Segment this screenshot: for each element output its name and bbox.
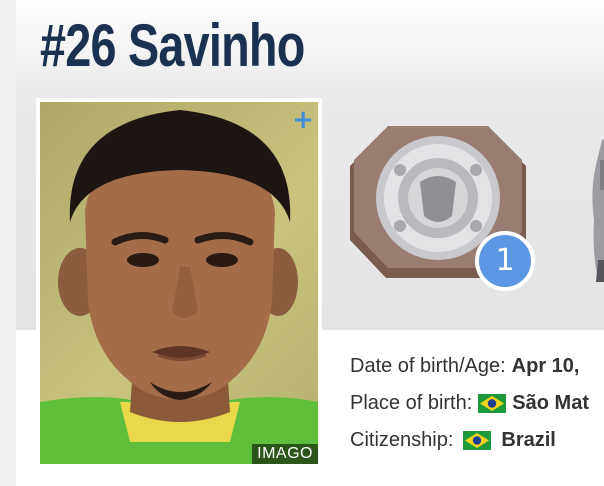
plus-icon[interactable]: + — [292, 107, 314, 133]
player-info-list: Date of birth/Age: Apr 10, Place of birt… — [350, 348, 604, 459]
info-row-citizenship: Citizenship: Brazil — [350, 422, 604, 459]
info-row-dob: Date of birth/Age: Apr 10, — [350, 348, 604, 385]
birthplace-value[interactable]: São Mat — [512, 392, 589, 415]
info-row-birthplace: Place of birth: São Mat — [350, 385, 604, 422]
citizenship-value[interactable]: Brazil — [501, 429, 555, 452]
left-gutter — [0, 0, 16, 486]
player-portrait-image — [40, 110, 318, 464]
player-name-title: #26 Savinho — [40, 12, 305, 79]
brazil-flag-icon — [463, 431, 492, 450]
player-photo[interactable]: + IMAGO — [40, 102, 318, 464]
photo-credit: IMAGO — [252, 444, 318, 464]
cup-trophy-icon[interactable] — [570, 120, 604, 285]
citizenship-label: Citizenship: — [350, 429, 454, 451]
trophy-count-badge: 1 — [475, 231, 535, 291]
dob-label: Date of birth/Age: — [350, 355, 506, 377]
player-photo-frame[interactable]: + IMAGO — [36, 98, 322, 468]
brazil-flag-icon — [478, 394, 507, 413]
birthplace-label: Place of birth: — [350, 392, 473, 414]
dob-value: Apr 10, — [511, 355, 580, 377]
